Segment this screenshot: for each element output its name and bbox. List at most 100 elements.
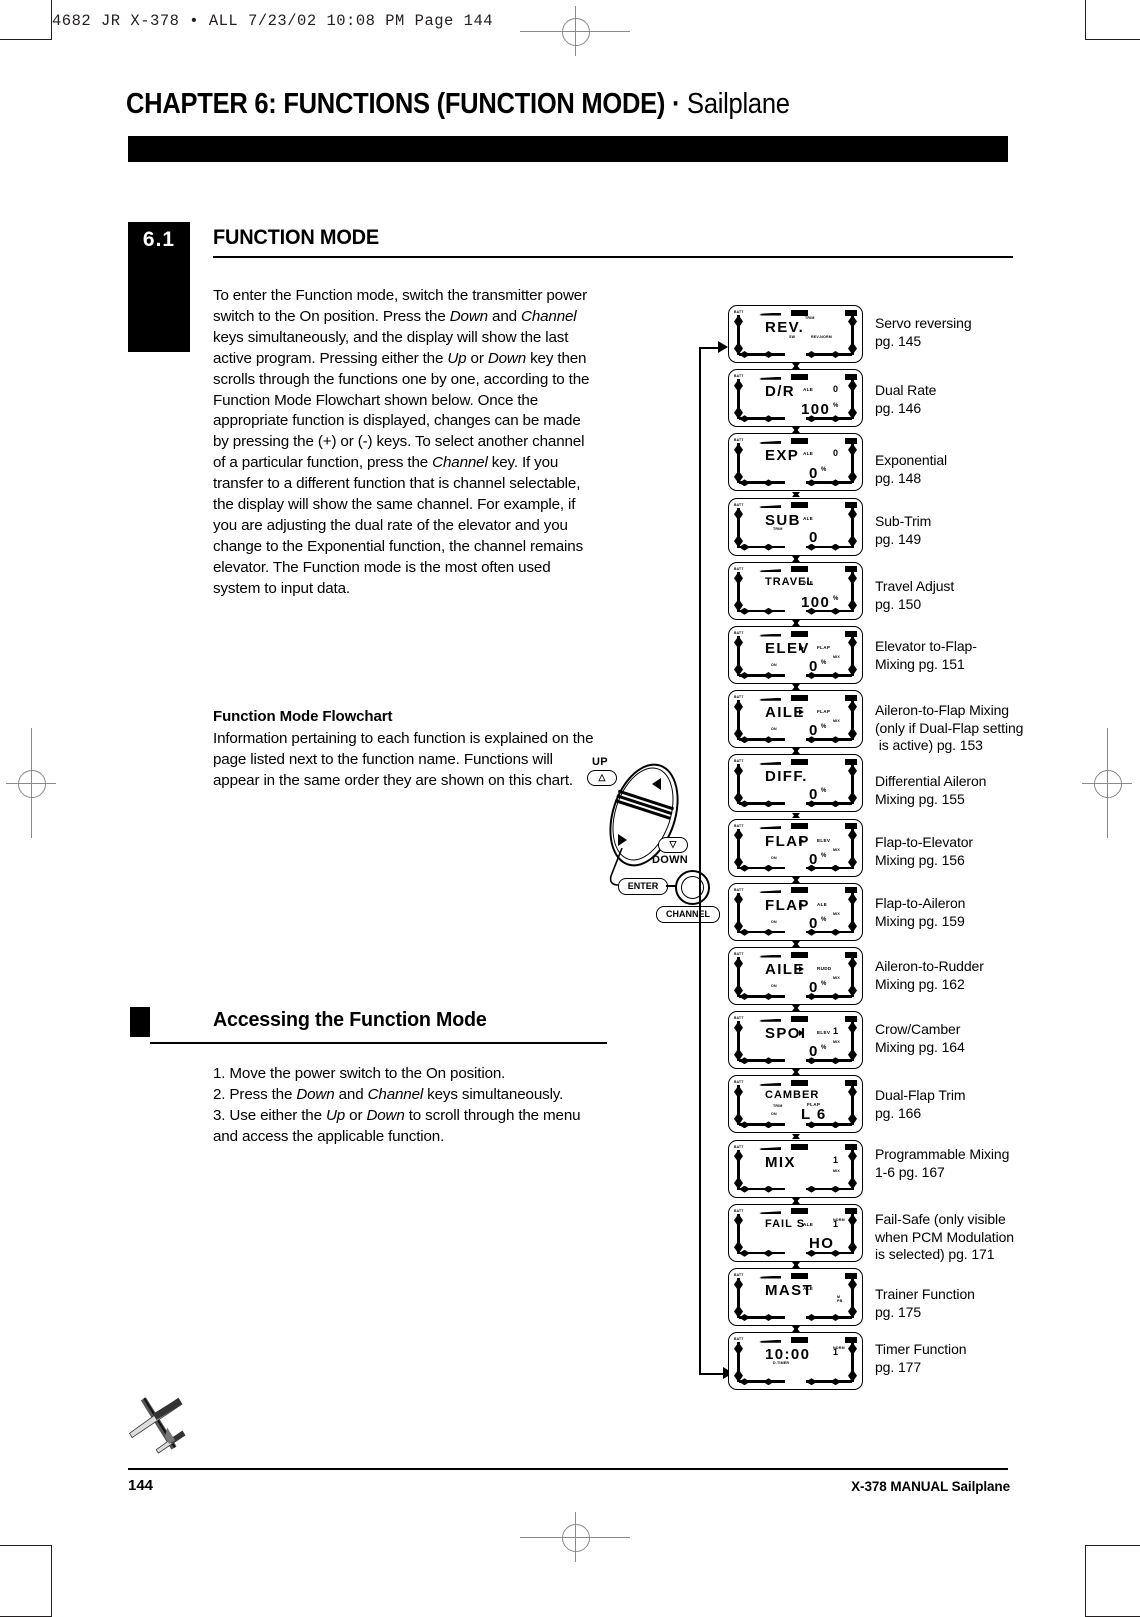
flow-connector-5 bbox=[792, 619, 799, 627]
screen-unit: % bbox=[821, 852, 827, 859]
battery-bar bbox=[745, 826, 781, 830]
screen-channel-label: ALE bbox=[803, 579, 814, 585]
status-box-center bbox=[791, 373, 808, 380]
accessing-steps: 1. Move the power switch to the On posit… bbox=[213, 1065, 581, 1145]
screen-main-sublabel: TRIM bbox=[773, 526, 783, 531]
bottom-slider-r bbox=[806, 1314, 852, 1321]
battery-label: BATT bbox=[734, 374, 744, 379]
side-slider-r bbox=[848, 764, 857, 805]
function-label-15: Fail-Safe (only visible when PCM Modulati… bbox=[875, 1211, 1014, 1262]
footer-rule bbox=[128, 1468, 1008, 1471]
flow-connector-3 bbox=[792, 491, 799, 498]
function-label-3: Exponential pg. 148 bbox=[875, 452, 948, 486]
slider-knob-upper bbox=[848, 443, 857, 457]
battery-bar bbox=[745, 697, 781, 701]
bottom-slider-l bbox=[739, 736, 785, 744]
battery-bar bbox=[745, 440, 781, 444]
slider-knob-upper bbox=[848, 636, 857, 649]
screen-revnorm-label: REV-NORM bbox=[811, 335, 832, 339]
status-box-center bbox=[791, 1272, 808, 1279]
slider-knob-upper bbox=[734, 443, 743, 457]
crop-corner-bottom-left bbox=[0, 1545, 52, 1617]
bottom-slider-l bbox=[739, 864, 785, 872]
bottom-slider-l bbox=[739, 993, 785, 1000]
screen-main-label: CAMBER bbox=[765, 1089, 820, 1102]
screen-mix-label: MIX bbox=[833, 655, 840, 659]
side-slider-l bbox=[734, 636, 743, 676]
status-box-center bbox=[791, 823, 808, 830]
function-label-2: Dual Rate pg. 146 bbox=[875, 382, 937, 416]
side-slider-l bbox=[734, 1085, 743, 1126]
lcd-screen-7: BATT AILE FLAP ON MIX 0% bbox=[728, 690, 863, 749]
screen-on-label: ON bbox=[771, 1112, 777, 1117]
side-slider-l bbox=[734, 1342, 743, 1383]
screen-unit: % bbox=[833, 403, 839, 410]
slider-knob-upper bbox=[848, 507, 857, 521]
lcd-screen-4: BATT SUB TRIM ALE 0 bbox=[728, 497, 863, 556]
side-slider-r bbox=[848, 1278, 857, 1318]
slider-knob-upper bbox=[848, 700, 857, 714]
battery-bar bbox=[745, 376, 781, 380]
function-label-7: Aileron-to-Flap Mixing (only if Dual-Flap… bbox=[875, 702, 1024, 753]
bottom-slider-l bbox=[739, 1378, 785, 1386]
function-label-10: Flap-to-Aileron Mixing pg. 159 bbox=[875, 895, 966, 929]
function-label-16: Trainer Function pg. 175 bbox=[875, 1286, 975, 1320]
bottom-slider-l bbox=[739, 479, 785, 487]
lcd-screen-13: BATT CAMBER TRIM FLAP ON L 6 bbox=[728, 1075, 863, 1134]
slider-knob-upper bbox=[848, 892, 857, 906]
battery-label: BATT bbox=[734, 502, 744, 507]
flow-connector-14 bbox=[792, 1197, 799, 1204]
battery-label: BATT bbox=[734, 887, 744, 892]
side-slider-l bbox=[734, 828, 743, 869]
screen-side-label: M PB bbox=[837, 1295, 843, 1303]
enter-key[interactable]: ENTER bbox=[618, 878, 668, 895]
bottom-slider-l bbox=[739, 607, 785, 615]
flow-connector-2 bbox=[792, 427, 799, 434]
bottom-slider-r bbox=[806, 351, 852, 358]
side-slider-l bbox=[734, 1149, 743, 1190]
status-box-center bbox=[791, 630, 808, 637]
bottom-slider-l bbox=[739, 415, 785, 423]
flowchart-subheading: Function Mode Flowchart bbox=[213, 708, 393, 725]
bottom-slider-l bbox=[739, 800, 785, 808]
battery-label: BATT bbox=[734, 1337, 744, 1342]
footer-page-number: 144 bbox=[128, 1477, 154, 1494]
screen-target-label: FLAP bbox=[817, 709, 831, 715]
screen-on-label: ON bbox=[771, 984, 777, 988]
side-slider-l bbox=[734, 1213, 743, 1254]
slider-knob-upper bbox=[734, 315, 743, 328]
flow-connector-1 bbox=[792, 363, 799, 370]
lcd-screen-8: BATT DIFF. 0% bbox=[728, 754, 863, 813]
battery-bar bbox=[745, 505, 781, 509]
crop-corner-top-right bbox=[1085, 0, 1140, 40]
screen-value: 0 bbox=[809, 528, 819, 546]
slider-knob-upper bbox=[848, 828, 857, 842]
side-slider-r bbox=[848, 1342, 857, 1383]
screen-main-label: DIFF. bbox=[765, 768, 808, 786]
battery-bar bbox=[745, 761, 781, 765]
slider-knob-upper bbox=[848, 1149, 857, 1163]
lcd-screen-1: BATT REV. TRIM SW REV-NORM bbox=[728, 305, 863, 363]
bottom-slider-r bbox=[806, 1185, 852, 1193]
side-slider-r bbox=[848, 443, 857, 484]
up-key[interactable]: △ bbox=[587, 770, 617, 786]
lcd-screen-11: BATT AILE RUDD ON MIX 0% bbox=[728, 947, 863, 1005]
screen-unit: % bbox=[821, 981, 827, 987]
side-slider-r bbox=[848, 1213, 857, 1254]
battery-bar bbox=[745, 954, 781, 958]
side-slider-r bbox=[848, 1085, 857, 1126]
screen-mix-label: MIX bbox=[833, 719, 840, 724]
slider-knob-upper bbox=[848, 315, 857, 328]
crop-corner-bottom-right bbox=[1085, 1545, 1140, 1617]
status-box-center bbox=[791, 502, 808, 509]
battery-label: BATT bbox=[734, 1144, 744, 1149]
side-slider-r bbox=[848, 571, 857, 612]
flow-loop-arrow-in bbox=[718, 341, 728, 353]
screen-arrow-icon bbox=[799, 709, 804, 716]
lcd-screen-10: BATT FLAP ALE ON MIX 0% bbox=[728, 882, 863, 941]
status-box-center bbox=[791, 437, 808, 444]
screen-unit: % bbox=[821, 1045, 827, 1052]
lcd-screen-12: BATT SPOI ELEV MIX 1 0% bbox=[728, 1011, 863, 1070]
screen-main-sublabel: TRIM bbox=[773, 1104, 783, 1109]
down-key[interactable]: ▽ bbox=[658, 837, 688, 853]
